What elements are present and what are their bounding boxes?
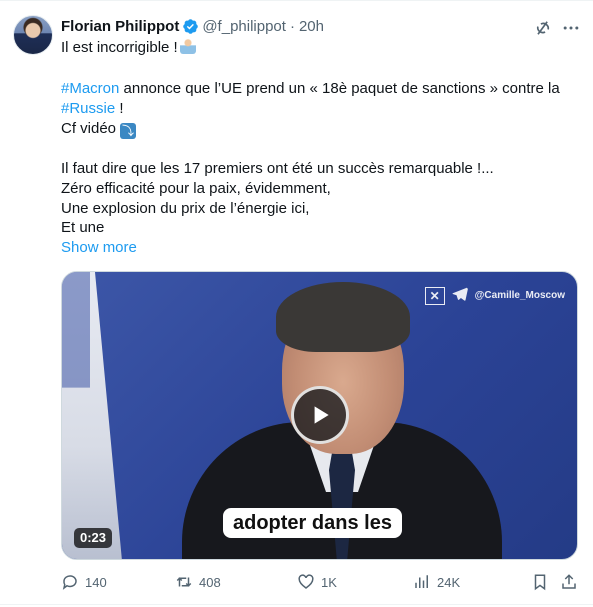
video-caption: adopter dans les (223, 508, 402, 538)
like-button[interactable]: 1K (297, 573, 337, 591)
separator-dot: · (289, 17, 295, 35)
play-button[interactable] (291, 386, 349, 444)
views-count: 24K (437, 574, 461, 590)
video-watermark: ✕ @Camille_Moscow (424, 285, 565, 306)
author-handle[interactable]: @f_philippot (202, 18, 286, 35)
reply-icon (62, 575, 77, 590)
show-more-link[interactable]: Show more (61, 238, 137, 258)
heart-icon (298, 574, 314, 589)
post-text: Il faut dire que les 17 premiers ont été… (61, 160, 494, 177)
repost-button[interactable]: 408 (175, 573, 221, 591)
bookmark-icon (534, 574, 546, 591)
bookmark-button[interactable] (531, 573, 549, 591)
watermark-box-icon: ✕ (424, 286, 445, 305)
video-player[interactable]: ✕ @Camille_Moscow adopter dans les 0:23 (61, 271, 578, 560)
top-divider (0, 0, 593, 1)
post-text: Il est incorrigible ! (61, 39, 178, 56)
more-options-icon[interactable] (561, 18, 581, 38)
share-icon (562, 574, 576, 589)
post-line: #Macron annonce que l’UE prend un « 18è … (61, 79, 581, 99)
share-button[interactable] (560, 573, 578, 591)
post-line: Et une (61, 218, 581, 238)
author-name[interactable]: Florian Philippot (61, 18, 179, 35)
post-text: Cf vidéo (61, 120, 117, 137)
post-text: Une explosion du prix de l’énergie ici, (61, 200, 310, 217)
analytics-icon (415, 575, 428, 588)
post-line: #Russie ! (61, 99, 581, 119)
bottom-divider (0, 604, 593, 605)
post-text: annonce que l’UE prend un « 18è paquet d… (119, 80, 560, 97)
post-line: Il faut dire que les 17 premiers ont été… (61, 159, 581, 179)
repost-count: 408 (199, 574, 221, 590)
like-count: 1K (321, 574, 337, 590)
timestamp[interactable]: 20h (299, 18, 324, 35)
avatar[interactable] (13, 15, 53, 55)
grok-icon[interactable] (533, 18, 553, 38)
post-line: Cf vidéo ⤵ (61, 119, 581, 139)
person-facepalm-emoji (179, 38, 196, 54)
post-line: Zéro efficacité pour la paix, évidemment… (61, 179, 581, 199)
reply-count: 140 (85, 574, 107, 590)
post-text: Et une (61, 219, 105, 236)
play-icon (314, 406, 329, 424)
tweet-card[interactable]: Florian Philippot @f_philippot · 20h Il … (0, 0, 593, 607)
verified-badge-icon[interactable] (182, 18, 199, 35)
post-text: ! (115, 100, 124, 117)
telegram-icon (451, 285, 469, 306)
hashtag-macron[interactable]: #Macron (61, 80, 119, 97)
action-bar: 140 408 1K 24K (61, 573, 581, 593)
tweet-header: Florian Philippot @f_philippot · 20h (61, 16, 324, 36)
views-button[interactable]: 24K (413, 573, 460, 591)
reply-button[interactable]: 140 (61, 573, 107, 591)
post-text: Zéro efficacité pour la paix, évidemment… (61, 180, 331, 197)
watermark-text: @Camille_Moscow (474, 290, 565, 301)
arrow-down-right-emoji: ⤵ (120, 123, 137, 139)
post-line: Une explosion du prix de l’énergie ici, (61, 199, 581, 219)
post-line: Il est incorrigible ! (61, 38, 581, 58)
hashtag-russie[interactable]: #Russie (61, 100, 115, 117)
video-duration: 0:23 (74, 528, 113, 548)
repost-icon (176, 577, 192, 587)
speaker-hair (276, 282, 410, 352)
